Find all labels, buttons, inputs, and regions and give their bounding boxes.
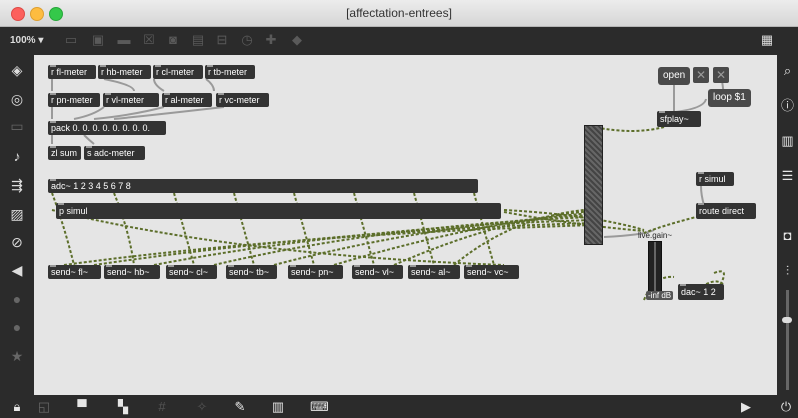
- dial-icon[interactable]: ◙: [166, 33, 180, 47]
- plus-icon[interactable]: ✚: [264, 33, 278, 47]
- slider-icon[interactable]: ⊟: [215, 33, 229, 47]
- comment-icon[interactable]: ▀: [74, 399, 90, 415]
- window-title: [affectation-entrees]: [346, 6, 452, 20]
- p-simul-object[interactable]: p simul: [56, 203, 501, 219]
- grid-icon[interactable]: ▦: [760, 33, 774, 47]
- r-cl-meter-object[interactable]: r cl-meter: [153, 65, 203, 79]
- send-hb-object[interactable]: send~ hb~: [104, 265, 160, 279]
- pack-object[interactable]: pack 0. 0. 0. 0. 0. 0. 0. 0.: [48, 121, 166, 135]
- r-tb-meter-object[interactable]: r tb-meter: [205, 65, 255, 79]
- sfplay-object[interactable]: sfplay~: [657, 111, 701, 127]
- keyboard-icon[interactable]: ⌨: [310, 399, 329, 415]
- film-icon[interactable]: ▭: [8, 117, 26, 135]
- open-message[interactable]: open: [658, 67, 691, 85]
- s-adc-meter-object[interactable]: s adc-meter: [84, 146, 145, 160]
- zl-sum-object[interactable]: zl sum: [48, 146, 81, 160]
- object-icon[interactable]: ▣: [91, 33, 105, 47]
- zoom-select[interactable]: 100% ▾: [10, 35, 43, 46]
- send-fl-object[interactable]: send~ fl~: [48, 265, 101, 279]
- send-vc-object[interactable]: send~ vc~: [464, 265, 519, 279]
- title-bar: [affectation-entrees]: [0, 0, 798, 27]
- left-sidebar: ◈ ◎ ▭ ♪ ⇶ ▨ ⊘ ◀ ● ● ★: [0, 55, 34, 395]
- list-icon[interactable]: ☰: [780, 168, 795, 183]
- camera-icon[interactable]: ◘: [780, 228, 795, 243]
- image-icon[interactable]: ▨: [8, 205, 26, 223]
- r-pn-meter-object[interactable]: r pn-meter: [48, 93, 100, 107]
- info-icon[interactable]: ⓘ: [780, 98, 795, 113]
- send-al-object[interactable]: send~ al~: [408, 265, 460, 279]
- live-gain-meter[interactable]: [648, 241, 662, 293]
- r-al-meter-object[interactable]: r al-meter: [162, 93, 212, 107]
- dac-object[interactable]: dac~ 1 2: [678, 284, 724, 300]
- mixer-icon[interactable]: ⫶: [780, 263, 795, 278]
- packages-icon[interactable]: ◈: [8, 61, 26, 79]
- volume-track[interactable]: [786, 290, 789, 390]
- route-icon[interactable]: ⇶: [8, 176, 26, 194]
- wrench-icon[interactable]: ✎: [232, 399, 248, 415]
- right-sidebar: ⌕ ⓘ ▥ ☰ ◘ ⫶: [777, 55, 798, 395]
- help-icon[interactable]: ◷: [240, 33, 254, 47]
- send-cl-object[interactable]: send~ cl~: [166, 265, 217, 279]
- star-icon[interactable]: ★: [8, 347, 26, 365]
- toggle-icon[interactable]: ☒: [142, 33, 156, 47]
- book-icon[interactable]: ▥: [780, 133, 795, 148]
- r-vc-meter-object[interactable]: r vc-meter: [216, 93, 269, 107]
- toolbar: 100% ▾ ▭ ▣ ▬ ☒ ◙ ▤ ⊟ ◷ ✚ ◆ ▦: [0, 27, 798, 55]
- button-icon[interactable]: ▤: [191, 33, 205, 47]
- gain-value: -inf dB: [646, 291, 674, 300]
- power-icon[interactable]: ⏻: [778, 399, 794, 415]
- toggle-1[interactable]: ✕: [693, 67, 709, 83]
- paint-icon[interactable]: ◆: [290, 33, 304, 47]
- toggle-2[interactable]: ✕: [713, 67, 729, 83]
- send-pn-object[interactable]: send~ pn~: [288, 265, 343, 279]
- send-tb-object[interactable]: send~ tb~: [226, 265, 277, 279]
- back-icon[interactable]: ◀: [8, 261, 26, 279]
- bottom-toolbar: 🔒︎ ◱ ▀ ▚ # ✧ ✎ ▥ ⌨ ▶ ⏻: [0, 395, 798, 418]
- loop-message[interactable]: loop $1: [708, 89, 751, 107]
- piano-icon[interactable]: ▥: [270, 399, 286, 415]
- r-simul-object[interactable]: r simul: [696, 172, 734, 186]
- play-icon[interactable]: ▶: [738, 399, 754, 415]
- live-gain-label: live.gain~: [638, 231, 673, 240]
- grid-icon[interactable]: #: [154, 399, 170, 415]
- lock-icon[interactable]: 🔒︎: [9, 399, 25, 415]
- clip-icon[interactable]: ⊘: [8, 233, 26, 251]
- comment-icon[interactable]: ▬: [117, 33, 131, 47]
- patcher-canvas[interactable]: r fl-meter r hb-meter r cl-meter r tb-me…: [34, 55, 777, 395]
- volume-knob[interactable]: [782, 317, 792, 323]
- r-fl-meter-object[interactable]: r fl-meter: [48, 65, 96, 79]
- search-icon[interactable]: ⌕: [780, 63, 795, 78]
- route-direct-object[interactable]: route direct: [696, 203, 756, 219]
- note-icon[interactable]: ♪: [8, 147, 26, 165]
- r-vl-meter-object[interactable]: r vl-meter: [103, 93, 159, 107]
- send-vl-object[interactable]: send~ vl~: [352, 265, 403, 279]
- p-icon[interactable]: ●: [8, 290, 26, 308]
- window-icon[interactable]: ▚: [115, 399, 131, 415]
- adc-object[interactable]: adc~ 1 2 3 4 5 6 7 8: [48, 179, 478, 193]
- presentation-icon[interactable]: ▭: [64, 33, 78, 47]
- target-icon[interactable]: ◎: [8, 90, 26, 108]
- gain-slider[interactable]: [584, 125, 603, 245]
- presentation-icon[interactable]: ◱: [36, 399, 52, 415]
- b-icon[interactable]: ●: [8, 318, 26, 336]
- wand-icon[interactable]: ✧: [194, 399, 210, 415]
- r-hb-meter-object[interactable]: r hb-meter: [98, 65, 151, 79]
